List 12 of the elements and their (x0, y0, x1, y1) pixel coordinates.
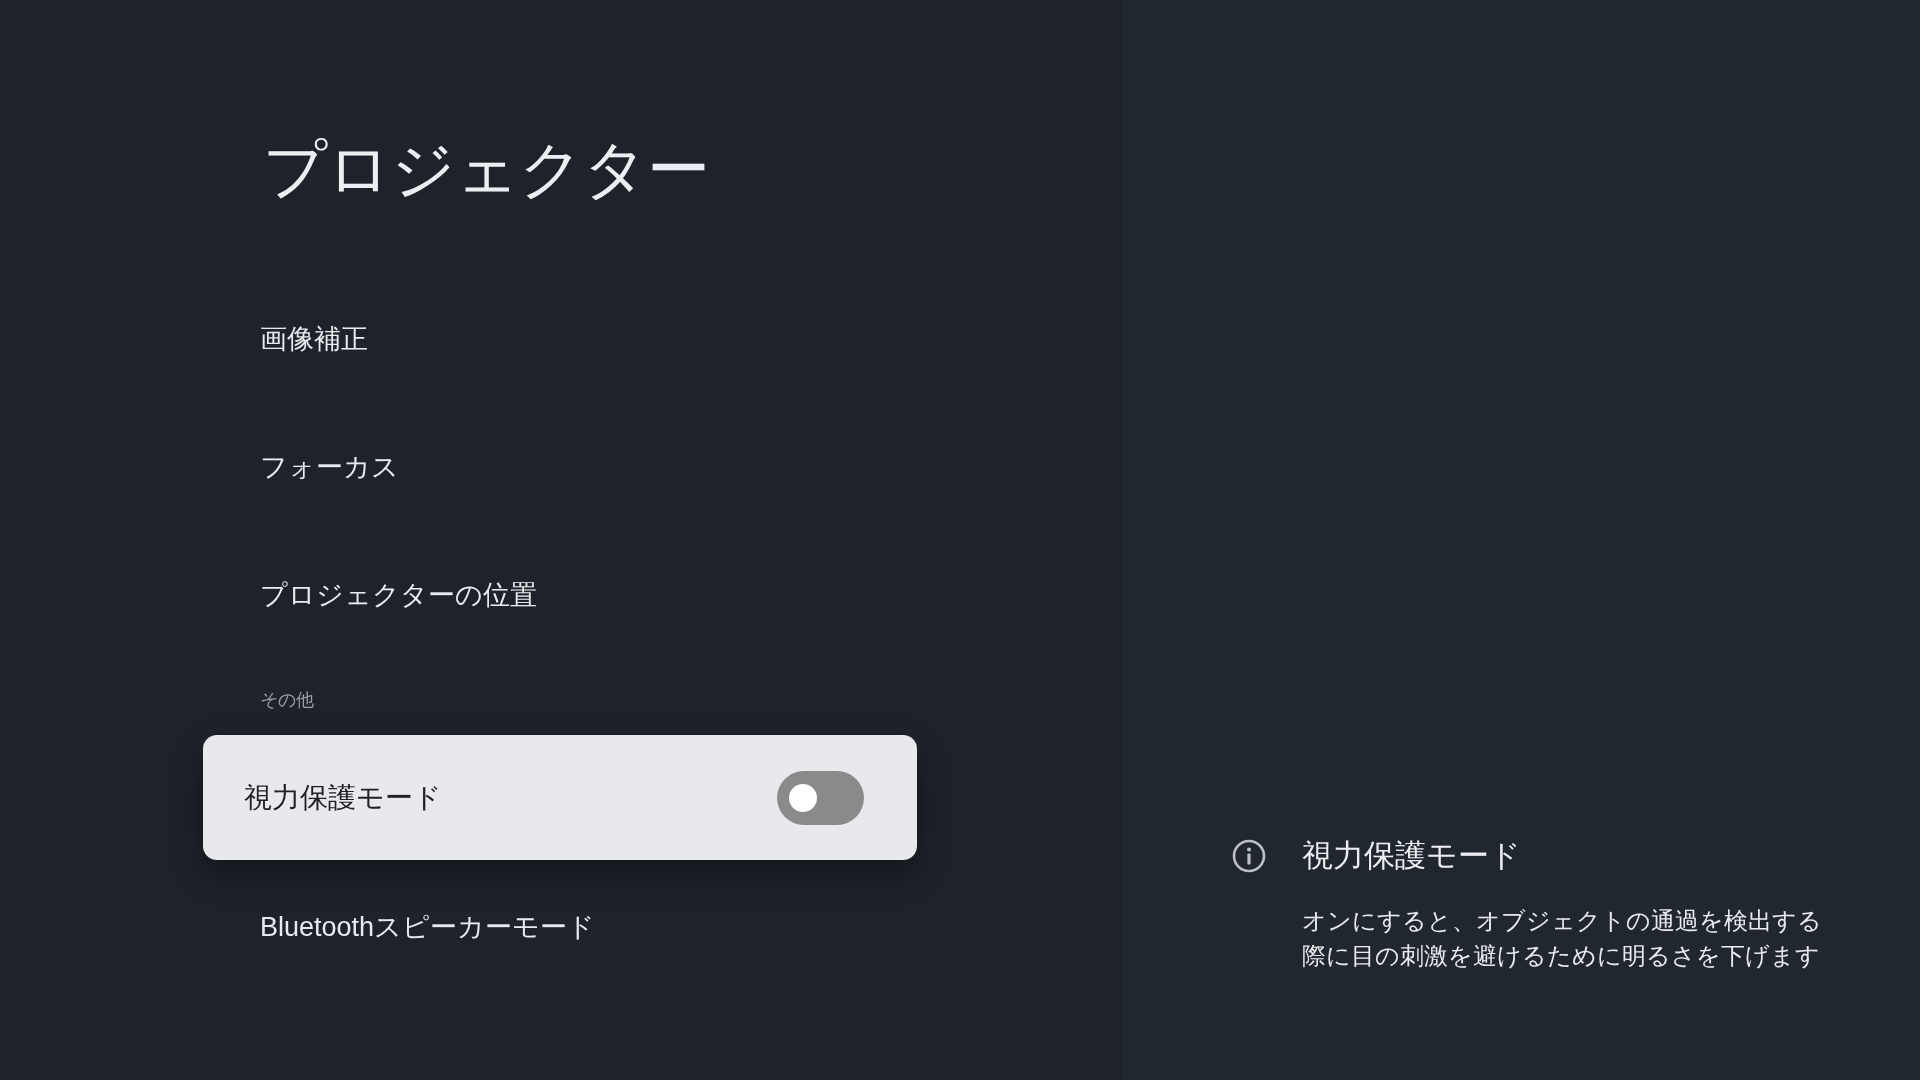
info-description: オンにすると、オブジェクトの通過を検出する際に目の刺激を避けるために明るさを下げます (1302, 906, 1823, 971)
settings-item[interactable]: フォーカス (260, 447, 399, 487)
settings-item[interactable]: Bluetoothスピーカーモード (260, 907, 596, 947)
settings-item[interactable]: 視力保護モード (203, 735, 917, 860)
section-header: その他 (260, 689, 314, 712)
info-title: 視力保護モード (1302, 837, 1521, 875)
info-icon (1232, 839, 1266, 873)
page-title: プロジェクター (263, 133, 710, 206)
settings-item-label: 視力保護モード (244, 780, 442, 815)
settings-item[interactable]: プロジェクターの位置 (260, 575, 537, 615)
toggle-switch[interactable] (777, 770, 864, 825)
settings-item[interactable]: 画像補正 (260, 319, 368, 359)
